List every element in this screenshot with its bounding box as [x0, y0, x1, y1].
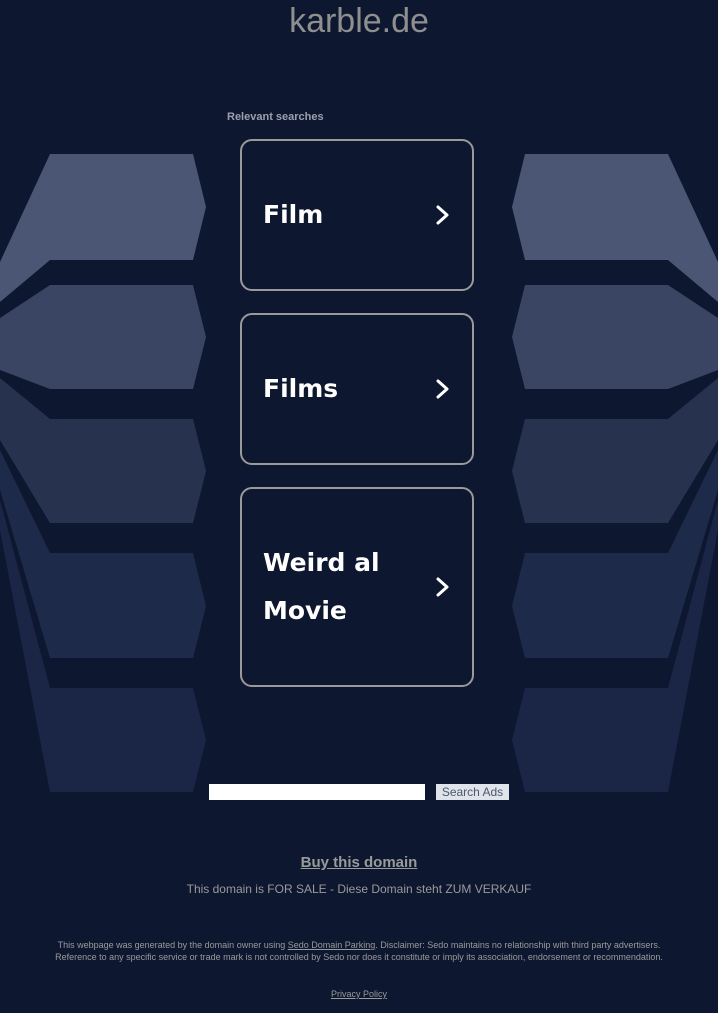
domain-title: karble.de [289, 2, 429, 40]
disclaimer: This webpage was generated by the domain… [36, 940, 682, 963]
search-card-label-line: Films [263, 374, 339, 403]
chevron-right-icon [436, 379, 449, 399]
left-band-1 [0, 154, 206, 302]
search-card-label-line: Weird al [263, 548, 380, 577]
search-card-weird-al-movie[interactable]: Weird al Movie [240, 487, 474, 687]
privacy-policy-link[interactable]: Privacy Policy [0, 989, 718, 999]
right-band-3 [512, 378, 718, 523]
left-band-3 [0, 378, 206, 523]
search-input[interactable] [209, 784, 425, 800]
search-card-films[interactable]: Films [240, 313, 474, 465]
chevron-right-icon [436, 205, 449, 225]
sedo-parking-link[interactable]: Sedo Domain Parking [288, 940, 376, 950]
search-card-label: Film [263, 191, 412, 239]
search-card-label: Weird al Movie [263, 539, 412, 635]
for-sale-text: This domain is FOR SALE - Diese Domain s… [186, 882, 532, 896]
right-band-1 [512, 154, 718, 302]
left-band-2 [0, 285, 206, 389]
search-card-label-line: Film [263, 200, 324, 229]
chevron-right-icon [436, 577, 449, 597]
buy-domain-link[interactable]: Buy this domain [0, 854, 718, 871]
search-card-label-line: Movie [263, 596, 347, 625]
search-ads-button[interactable]: Search Ads [436, 784, 509, 800]
search-card-label: Films [263, 365, 412, 413]
right-band-2 [512, 285, 718, 389]
disclaimer-text-start: This webpage was generated by the domain… [57, 940, 288, 950]
search-card-film[interactable]: Film [240, 139, 474, 291]
relevant-searches-label: Relevant searches [227, 111, 324, 123]
